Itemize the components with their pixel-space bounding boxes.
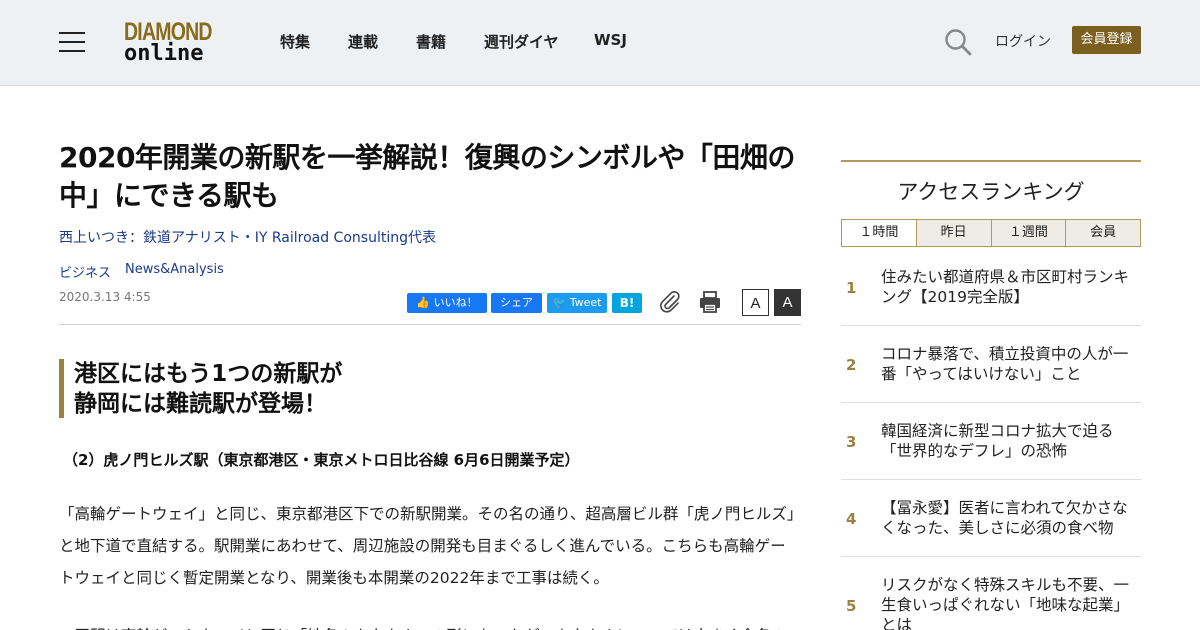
ranking-headline: 韓国経済に新型コロナ拡大で迫る「世界的なデフレ」の恐怖 bbox=[881, 422, 1114, 460]
tab-1-week[interactable]: １週間 bbox=[990, 220, 1066, 246]
font-size-large-button[interactable]: A bbox=[774, 289, 801, 316]
nav-weekly-diamond[interactable]: 週刊ダイヤ bbox=[484, 31, 559, 52]
station-heading: （2）虎ノ門ヒルズ駅（東京都港区・東京メトロ日比谷線 6月6日開業予定） bbox=[63, 451, 580, 469]
register-button[interactable]: 会員登録 bbox=[1072, 26, 1141, 54]
ranking-number: 4 bbox=[846, 510, 857, 528]
article-paragraph: 「高輪ゲートウェイ」と同じ、東京都港区下での新駅開業。その名の通り、超高層ビル群… bbox=[59, 505, 795, 587]
facebook-like-button[interactable]: 👍 いいね！ bbox=[407, 293, 487, 313]
tweet-button[interactable]: 🐦 Tweet bbox=[547, 293, 607, 313]
ranking-headline: 【冨永愛】医者に言われて欠かさなくなった、美しさに必須の食べ物 bbox=[881, 499, 1128, 537]
nav-tokushu[interactable]: 特集 bbox=[280, 31, 310, 52]
tag-news-analysis[interactable]: News&Analysis bbox=[125, 262, 224, 277]
ranking-item[interactable]: 1 住みたい都道府県＆市区町村ランキング【2019完全版】 bbox=[841, 249, 1141, 326]
ranking-tabs: １時間 昨日 １週間 会員 bbox=[841, 219, 1141, 247]
ranking-headline: リスクがなく特殊スキルも不要、一生食いっぱぐれない「地味な起業」とは bbox=[881, 576, 1130, 630]
facebook-icon: 👍 bbox=[416, 296, 434, 309]
author-link[interactable]: 西上いつき：鉄道アナリスト・IY Railroad Consulting代表 bbox=[59, 227, 436, 247]
tab-yesterday[interactable]: 昨日 bbox=[915, 220, 991, 246]
like-label: いいね！ bbox=[433, 296, 478, 309]
site-header: DIAMOND online 特集 連載 書籍 週刊ダイヤ WSJ ログイン 会… bbox=[0, 0, 1200, 86]
tweet-label: Tweet bbox=[569, 296, 602, 309]
ranking-item[interactable]: 4 【冨永愛】医者に言われて欠かさなくなった、美しさに必須の食べ物 bbox=[841, 480, 1141, 557]
ranking-number: 2 bbox=[846, 356, 857, 374]
nav-rensai[interactable]: 連載 bbox=[348, 31, 378, 52]
twitter-icon: 🐦 bbox=[552, 296, 570, 309]
ranking-headline: 住みたい都道府県＆市区町村ランキング【2019完全版】 bbox=[881, 268, 1130, 306]
nav-wsj[interactable]: WSJ bbox=[594, 31, 627, 49]
menu-icon[interactable] bbox=[59, 31, 85, 53]
site-logo[interactable]: DIAMOND online bbox=[124, 20, 228, 66]
section-heading: 港区にはもう1つの新駅が 静岡には難読駅が登場！ bbox=[59, 359, 801, 418]
facebook-share-button[interactable]: シェア bbox=[491, 293, 542, 313]
ranking-item[interactable]: 2 コロナ暴落で、積立投資中の人が一番「やってはいけない」こと bbox=[841, 326, 1141, 403]
search-icon[interactable] bbox=[944, 28, 972, 56]
tab-members[interactable]: 会員 bbox=[1065, 220, 1140, 246]
nav-shoseki[interactable]: 書籍 bbox=[416, 31, 446, 52]
ranking-title: アクセスランキング bbox=[897, 180, 1085, 204]
logo-line2: online bbox=[124, 41, 204, 66]
section-heading-line1: 港区にはもう1つの新駅が bbox=[74, 361, 343, 387]
divider bbox=[59, 324, 801, 325]
tag-business[interactable]: ビジネス bbox=[59, 262, 111, 281]
tab-1-hour[interactable]: １時間 bbox=[842, 220, 916, 246]
ranking-headline: コロナ暴落で、積立投資中の人が一番「やってはいけない」こと bbox=[881, 345, 1129, 383]
ranking-item[interactable]: 3 韓国経済に新型コロナ拡大で迫る「世界的なデフレ」の恐怖 bbox=[841, 403, 1141, 480]
publish-date: 2020.3.13 4:55 bbox=[59, 290, 151, 304]
ranking-number: 3 bbox=[846, 433, 857, 451]
hatena-bookmark-button[interactable]: B! bbox=[612, 293, 642, 313]
paperclip-icon[interactable] bbox=[658, 290, 682, 314]
ranking-top-rule bbox=[841, 160, 1141, 162]
article-paragraph-2: 同駅は高輪ゲートウェイと同じ「地名＋カタカナ」の形になったが、カタカナについては… bbox=[59, 620, 801, 630]
section-heading-line2: 静岡には難読駅が登場！ bbox=[74, 391, 327, 417]
print-icon[interactable] bbox=[698, 290, 722, 314]
login-link[interactable]: ログイン bbox=[995, 31, 1051, 51]
ranking-number: 1 bbox=[846, 279, 857, 297]
font-size-small-button[interactable]: A bbox=[742, 289, 769, 316]
ranking-number: 5 bbox=[846, 597, 857, 615]
ranking-item[interactable]: 5 リスクがなく特殊スキルも不要、一生食いっぱぐれない「地味な起業」とは bbox=[841, 557, 1141, 630]
article-title: 2020年開業の新駅を一挙解説！復興のシンボルや「田畑の中」にできる駅も bbox=[59, 141, 795, 212]
